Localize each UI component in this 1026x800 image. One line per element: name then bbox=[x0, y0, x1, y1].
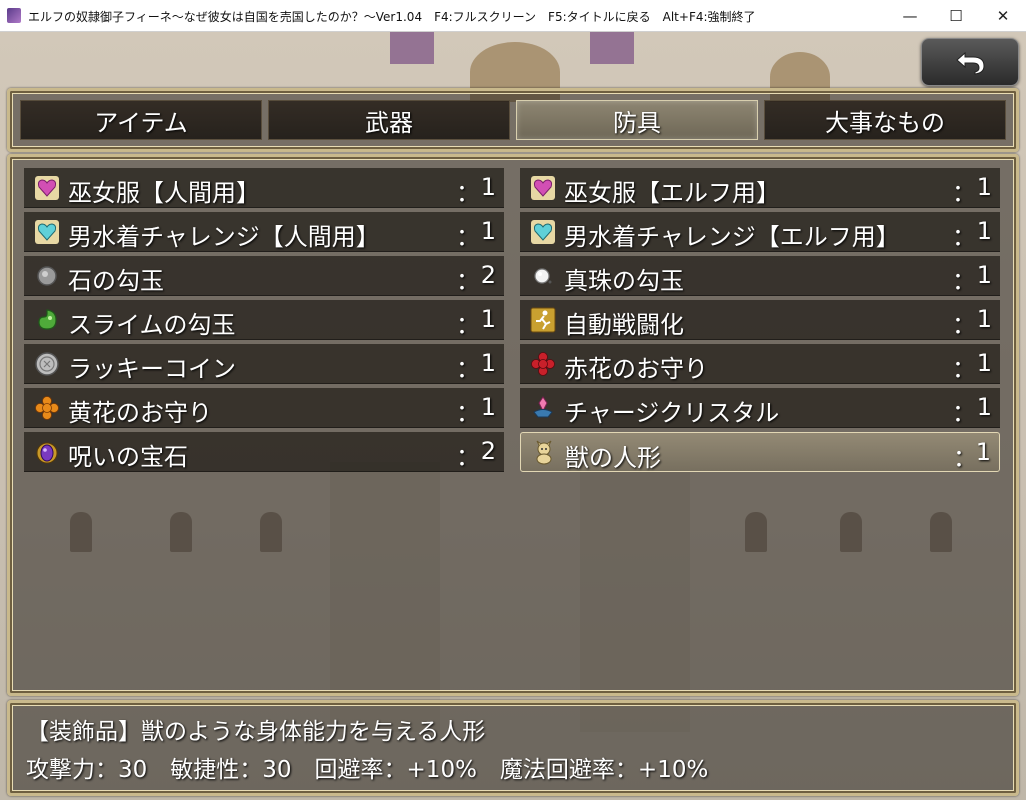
window-titlebar: エルフの奴隷御子フィーネ～なぜ彼女は自国を売国したのか？～Ver1.04 F4:… bbox=[0, 0, 1026, 32]
item-colon: ： bbox=[456, 179, 480, 207]
item-colon: ： bbox=[456, 355, 480, 383]
app-icon bbox=[7, 8, 21, 23]
item-name: ラッキーコイン bbox=[68, 355, 236, 383]
item-colon: ： bbox=[456, 267, 480, 295]
pink-heart-icon bbox=[530, 175, 556, 201]
item-count: 1 bbox=[480, 217, 496, 245]
item-name: 男水着チャレンジ【人間用】 bbox=[68, 223, 380, 251]
red-flower-icon bbox=[530, 351, 556, 377]
item-count: 1 bbox=[976, 305, 992, 333]
item-name: 呪いの宝石 bbox=[68, 443, 188, 471]
item-name: 真珠の勾玉 bbox=[564, 267, 684, 295]
banner-decoration bbox=[590, 32, 634, 64]
stone-magatama-icon bbox=[34, 263, 60, 289]
tab-items[interactable]: アイテム bbox=[20, 100, 262, 140]
item-count: 1 bbox=[480, 349, 496, 377]
cyan-heart-icon bbox=[34, 219, 60, 245]
list-item[interactable]: 巫女服【エルフ用】 ： 1 bbox=[520, 168, 1000, 208]
item-name: 男水着チャレンジ【エルフ用】 bbox=[564, 223, 900, 251]
list-item[interactable]: 自動戦闘化 ： 1 bbox=[520, 300, 1000, 340]
item-name: スライムの勾玉 bbox=[68, 311, 236, 339]
item-colon: ： bbox=[952, 223, 976, 251]
coin-icon bbox=[34, 351, 60, 377]
item-count: 1 bbox=[976, 217, 992, 245]
list-item[interactable]: チャージクリスタル ： 1 bbox=[520, 388, 1000, 428]
item-name: 獣の人形 bbox=[565, 444, 661, 472]
item-colon: ： bbox=[456, 223, 480, 251]
return-arrow-icon bbox=[956, 51, 985, 75]
window-title: エルフの奴隷御子フィーネ～なぜ彼女は自国を売国したのか？～Ver1.04 F4:… bbox=[28, 10, 756, 24]
crystal-icon bbox=[530, 395, 556, 421]
item-count: 1 bbox=[975, 438, 991, 466]
item-name: 黄花のお守り bbox=[68, 399, 212, 427]
minimize-button[interactable]: — bbox=[887, 0, 933, 32]
item-name: 巫女服【エルフ用】 bbox=[564, 179, 780, 207]
list-item[interactable]: 男水着チャレンジ【人間用】 ： 1 bbox=[24, 212, 504, 252]
tab-key-items[interactable]: 大事なもの bbox=[764, 100, 1006, 140]
item-colon: ： bbox=[952, 179, 976, 207]
auto-battle-icon bbox=[530, 307, 556, 333]
list-item[interactable]: 巫女服【人間用】 ： 1 bbox=[24, 168, 504, 208]
cursed-gem-icon bbox=[34, 439, 60, 465]
item-colon: ： bbox=[456, 399, 480, 427]
back-button[interactable] bbox=[921, 38, 1019, 86]
list-item[interactable]: 赤花のお守り ： 1 bbox=[520, 344, 1000, 384]
item-colon: ： bbox=[953, 444, 977, 472]
item-count: 1 bbox=[480, 305, 496, 333]
list-item[interactable]: 石の勾玉 ： 2 bbox=[24, 256, 504, 296]
item-name: 赤花のお守り bbox=[564, 355, 708, 383]
item-count: 1 bbox=[976, 349, 992, 377]
item-colon: ： bbox=[456, 443, 480, 471]
list-item[interactable]: 呪いの宝石 ： 2 bbox=[24, 432, 504, 472]
item-colon: ： bbox=[952, 267, 976, 295]
list-item[interactable]: 真珠の勾玉 ： 1 bbox=[520, 256, 1000, 296]
list-item-selected[interactable]: 獣の人形 ： 1 bbox=[520, 432, 1000, 472]
item-count: 1 bbox=[976, 173, 992, 201]
item-count: 1 bbox=[480, 173, 496, 201]
list-item[interactable]: スライムの勾玉 ： 1 bbox=[24, 300, 504, 340]
close-button[interactable]: ✕ bbox=[980, 0, 1026, 32]
item-name: チャージクリスタル bbox=[564, 399, 780, 427]
item-name: 石の勾玉 bbox=[68, 267, 164, 295]
item-colon: ： bbox=[952, 399, 976, 427]
item-name: 自動戦闘化 bbox=[564, 311, 684, 339]
item-colon: ： bbox=[952, 311, 976, 339]
item-count: 2 bbox=[480, 261, 496, 289]
item-count: 1 bbox=[976, 261, 992, 289]
slime-magatama-icon bbox=[34, 307, 60, 333]
item-count: 1 bbox=[976, 393, 992, 421]
item-colon: ： bbox=[456, 311, 480, 339]
pink-heart-icon bbox=[34, 175, 60, 201]
item-stats: 攻撃力：30 敏捷性：30 回避率：+10% 魔法回避率：+10% bbox=[26, 757, 709, 783]
item-count: 2 bbox=[480, 437, 496, 465]
item-name: 巫女服【人間用】 bbox=[68, 179, 260, 207]
list-item[interactable]: ラッキーコイン ： 1 bbox=[24, 344, 504, 384]
tab-weapons[interactable]: 武器 bbox=[268, 100, 510, 140]
tab-armor[interactable]: 防具 bbox=[516, 100, 758, 140]
item-count: 1 bbox=[480, 393, 496, 421]
banner-decoration bbox=[390, 32, 434, 64]
list-item[interactable]: 男水着チャレンジ【エルフ用】 ： 1 bbox=[520, 212, 1000, 252]
item-colon: ： bbox=[952, 355, 976, 383]
list-item[interactable]: 黄花のお守り ： 1 bbox=[24, 388, 504, 428]
cyan-heart-icon bbox=[530, 219, 556, 245]
beast-doll-icon bbox=[531, 440, 557, 466]
maximize-button[interactable]: ☐ bbox=[933, 0, 979, 32]
item-description: 【装飾品】獣のような身体能力を与える人形 bbox=[26, 719, 486, 745]
yellow-flower-icon bbox=[34, 395, 60, 421]
pearl-magatama-icon bbox=[530, 263, 556, 289]
